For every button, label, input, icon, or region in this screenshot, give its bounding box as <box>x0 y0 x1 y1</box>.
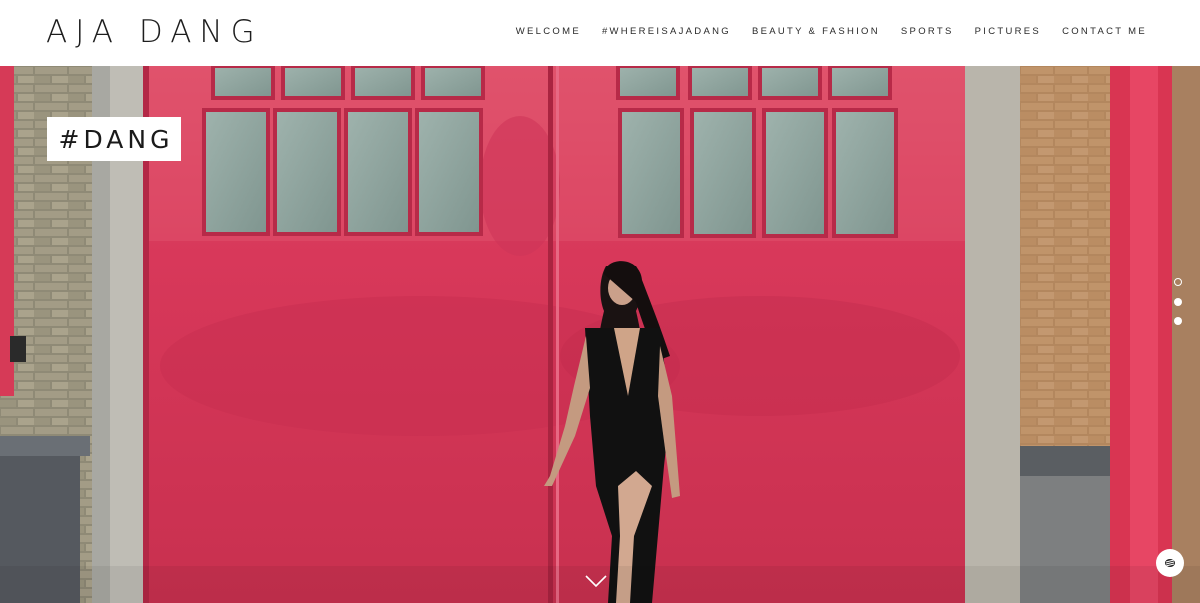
slide-pagination <box>1173 278 1183 328</box>
nav-item-sports[interactable]: SPORTS <box>901 26 954 38</box>
nav-item-beauty-fashion[interactable]: BEAUTY & FASHION <box>752 26 880 38</box>
nav-item-welcome[interactable]: WELCOME <box>516 26 581 38</box>
hero-slideshow: #DANG <box>0 66 1200 603</box>
nav-item-contact[interactable]: CONTACT ME <box>1062 26 1147 38</box>
nav-item-pictures[interactable]: PICTURES <box>975 26 1041 38</box>
slide-dot-1[interactable] <box>1174 278 1182 286</box>
chevron-down-icon[interactable] <box>585 574 607 588</box>
main-nav: WELCOME #WHEREISAJADANG BEAUTY & FASHION… <box>495 26 1147 38</box>
hero-tag-text: #DANG <box>58 124 174 154</box>
site-header: AJA DANG WELCOME #WHEREISAJADANG BEAUTY … <box>0 0 1200 66</box>
nav-item-whereisajadang[interactable]: #WHEREISAJADANG <box>602 26 731 38</box>
hero-tag-box: #DANG <box>47 117 181 161</box>
slide-dot-3[interactable] <box>1174 317 1182 325</box>
site-badge-icon[interactable] <box>1156 549 1184 577</box>
site-logo[interactable]: AJA DANG <box>46 14 263 50</box>
slide-dot-2[interactable] <box>1174 298 1182 306</box>
